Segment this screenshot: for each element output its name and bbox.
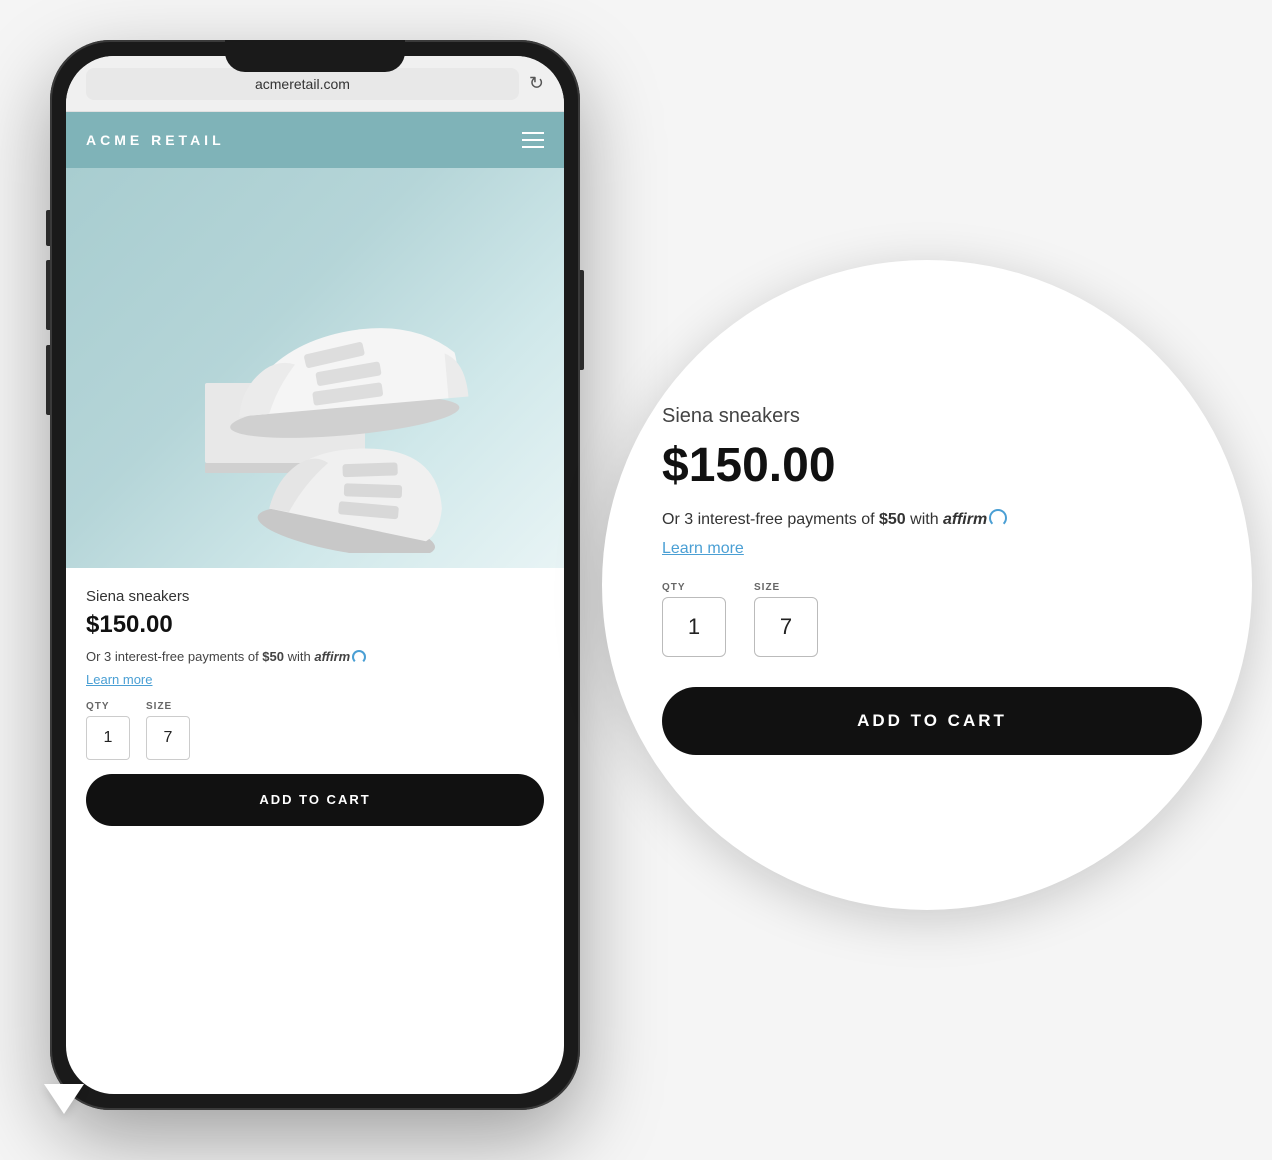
- size-group: SIZE 7: [146, 701, 190, 760]
- hamburger-line-1: [522, 132, 544, 134]
- bubble-affirm-text: Or 3 interest-free payments of $50 with …: [662, 507, 1202, 533]
- phone-button-volume-up: [46, 260, 50, 330]
- add-to-cart-button-small[interactable]: ADD TO CART: [86, 774, 544, 826]
- bubble-size-group: SIZE 7: [754, 582, 818, 657]
- affirm-mid: with: [284, 649, 314, 664]
- bubble-add-to-cart-button[interactable]: ADD TO CART: [662, 687, 1202, 755]
- bubble-content: Siena sneakers $150.00 Or 3 interest-fre…: [602, 260, 1252, 910]
- affirm-prefix: Or 3 interest-free payments of: [86, 649, 262, 664]
- affirm-brand-name: affirm: [314, 649, 350, 664]
- phone-button-power: [580, 270, 584, 370]
- bubble-affirm-brand: affirm: [943, 511, 987, 528]
- url-bar[interactable]: acmeretail.com: [86, 68, 519, 100]
- bubble-qty-input[interactable]: 1: [662, 597, 726, 657]
- hamburger-line-3: [522, 146, 544, 148]
- hamburger-line-2: [522, 139, 544, 141]
- bubble-price: $150.00: [662, 438, 1202, 493]
- affirm-payment-text: Or 3 interest-free payments of $50 with …: [86, 647, 544, 667]
- bubble-size-label: SIZE: [754, 582, 818, 593]
- magnified-bubble: Siena sneakers $150.00 Or 3 interest-fre…: [602, 260, 1252, 910]
- site-header: ACME RETAIL: [66, 112, 564, 168]
- bubble-qty-group: QTY 1: [662, 582, 726, 657]
- qty-group: QTY 1: [86, 701, 130, 760]
- bubble-qty-size-row: QTY 1 SIZE 7: [662, 582, 1202, 657]
- affirm-logo-circle: [352, 650, 366, 664]
- qty-size-row: QTY 1 SIZE 7: [86, 701, 544, 760]
- bubble-affirm-mid: with: [906, 511, 943, 528]
- bubble-qty-label: QTY: [662, 582, 726, 593]
- bubble-size-input[interactable]: 7: [754, 597, 818, 657]
- learn-more-link[interactable]: Learn more: [86, 672, 152, 687]
- phone-button-silent: [46, 210, 50, 246]
- scene: acmeretail.com ↻ ACME RETAIL: [0, 0, 1272, 1160]
- product-info-section: Siena sneakers $150.00 Or 3 interest-fre…: [66, 568, 564, 842]
- bubble-affirm-prefix: Or 3 interest-free payments of: [662, 511, 879, 528]
- refresh-icon[interactable]: ↻: [529, 73, 544, 94]
- sneaker-illustration: [66, 168, 564, 568]
- product-name: Siena sneakers: [86, 588, 544, 605]
- bubble-pointer: [44, 1084, 84, 1114]
- phone-button-volume-down: [46, 345, 50, 415]
- site-logo: ACME RETAIL: [86, 132, 225, 148]
- product-price: $150.00: [86, 611, 544, 639]
- qty-label: QTY: [86, 701, 130, 712]
- bubble-product-name: Siena sneakers: [662, 405, 1202, 428]
- bubble-learn-more-link[interactable]: Learn more: [662, 540, 1202, 558]
- menu-icon[interactable]: [522, 132, 544, 148]
- bubble-affirm-amount: $50: [879, 511, 906, 528]
- phone-notch: [225, 40, 405, 72]
- size-input[interactable]: 7: [146, 716, 190, 760]
- product-image: [66, 168, 564, 568]
- affirm-amount: $50: [262, 649, 284, 664]
- bubble-affirm-circle: [989, 509, 1007, 527]
- size-label: SIZE: [146, 701, 190, 712]
- phone-screen: acmeretail.com ↻ ACME RETAIL: [66, 56, 564, 1094]
- qty-input[interactable]: 1: [86, 716, 130, 760]
- url-text: acmeretail.com: [255, 76, 350, 92]
- phone-frame: acmeretail.com ↻ ACME RETAIL: [50, 40, 580, 1110]
